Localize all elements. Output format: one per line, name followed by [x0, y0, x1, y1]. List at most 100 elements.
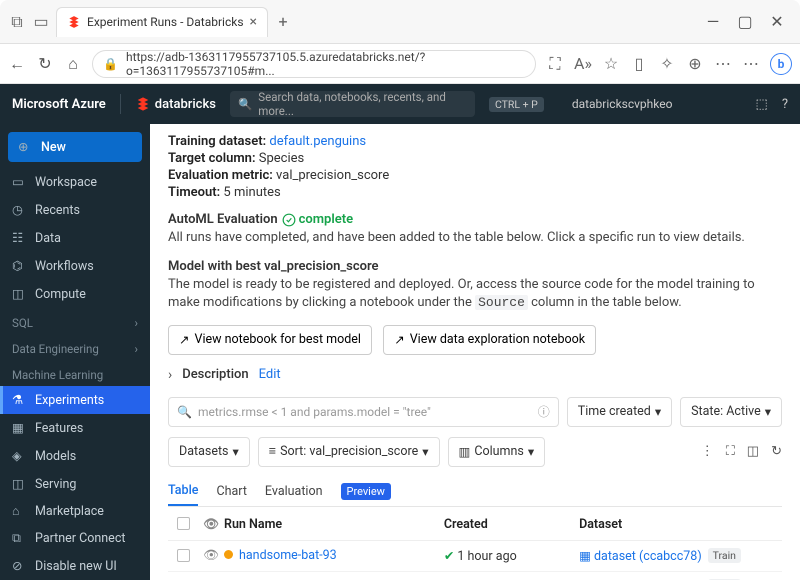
- edit-description-link[interactable]: Edit: [259, 367, 281, 382]
- back-icon[interactable]: ←: [8, 54, 26, 74]
- timeout-label: Timeout:: [168, 185, 220, 200]
- databricks-logo[interactable]: databricks: [135, 96, 216, 112]
- metric-label: Evaluation metric:: [168, 168, 273, 183]
- sidebar-item-recents[interactable]: ◷Recents: [0, 196, 150, 224]
- tab-chart[interactable]: Chart: [216, 478, 246, 505]
- dataset-link[interactable]: ▦ dataset (ccabcc78): [579, 548, 702, 564]
- search-icon: 🔍: [177, 405, 192, 419]
- kebab-icon[interactable]: ⋮: [701, 444, 714, 459]
- sidebar-item-models[interactable]: ◈Models: [0, 442, 150, 470]
- cancel-icon: ⊘: [12, 558, 27, 574]
- read-aloud-icon[interactable]: A»: [574, 54, 592, 73]
- bing-chat-icon[interactable]: b: [770, 53, 792, 75]
- col-created[interactable]: Created: [444, 517, 579, 532]
- sidebar-item-experiments[interactable]: ⚗Experiments: [0, 386, 150, 414]
- performance-icon[interactable]: ⋯: [742, 54, 760, 73]
- run-status-dot: [224, 550, 233, 559]
- sidebar-item-disable-ui[interactable]: ⊘Disable new UI: [0, 552, 150, 580]
- sidebar-item-data[interactable]: ☷Data: [0, 224, 150, 252]
- reading-list-icon[interactable]: ▯: [630, 54, 648, 73]
- view-exploration-notebook-button[interactable]: ↗View data exploration notebook: [383, 325, 596, 355]
- extensions-icon[interactable]: ✧: [658, 54, 676, 73]
- check-circle-icon: [282, 213, 296, 227]
- panel-icon[interactable]: ◫: [747, 444, 759, 459]
- browser-address-bar: ← ↻ ⌂ 🔒 https://adb-1363117955737105.5.a…: [0, 44, 800, 84]
- datasets-filter[interactable]: Datasets ▾: [168, 437, 250, 467]
- status-complete: complete: [282, 212, 353, 227]
- help-icon[interactable]: ?: [782, 97, 788, 112]
- minimize-icon[interactable]: —: [706, 15, 720, 29]
- section-data-eng[interactable]: Data Engineering›: [0, 334, 150, 360]
- collections-icon[interactable]: ⊕: [686, 54, 704, 73]
- sidebar-item-partner[interactable]: ⧉Partner Connect: [0, 525, 150, 552]
- eye-icon[interactable]: 👁: [203, 548, 219, 563]
- shopping-icon[interactable]: ⛶: [546, 54, 564, 74]
- chevron-down-icon: ▾: [528, 444, 534, 460]
- gift-icon[interactable]: ⬚: [756, 97, 768, 112]
- close-icon[interactable]: ×: [250, 14, 257, 30]
- browser-tab[interactable]: Experiment Runs - Databricks ×: [56, 7, 268, 37]
- new-tab-icon[interactable]: +: [274, 13, 292, 31]
- best-model-desc: The model is ready to be registered and …: [168, 276, 782, 312]
- select-all-checkbox[interactable]: [177, 517, 190, 530]
- eye-icon[interactable]: 👁: [203, 517, 219, 532]
- columns-icon: ▥: [459, 444, 471, 460]
- row-checkbox[interactable]: [177, 549, 190, 562]
- chevron-right-icon: ›: [135, 342, 138, 356]
- tab-overview-icon[interactable]: ▭: [32, 13, 50, 31]
- check-circle-icon: ✔: [444, 549, 454, 564]
- state-filter[interactable]: State: Active ▾: [680, 397, 782, 427]
- sidebar-item-features[interactable]: ▦Features: [0, 414, 150, 442]
- chevron-right-icon[interactable]: ›: [168, 367, 172, 383]
- refresh-icon[interactable]: ↻: [771, 444, 782, 459]
- training-dataset-link[interactable]: default.penguins: [269, 134, 366, 149]
- section-sql[interactable]: SQL›: [0, 308, 150, 334]
- automl-heading: AutoML Evaluation complete: [168, 212, 782, 227]
- view-best-notebook-button[interactable]: ↗View notebook for best model: [168, 325, 372, 355]
- search-icon: 🔍: [238, 97, 252, 111]
- url-input[interactable]: 🔒 https://adb-1363117955737105.5.azureda…: [92, 50, 536, 78]
- home-icon[interactable]: ⌂: [64, 54, 82, 74]
- section-ml[interactable]: Machine Learning: [0, 360, 150, 386]
- sidebar-item-serving[interactable]: ◫Serving: [0, 470, 150, 498]
- main-panel: Training dataset: default.penguins Targe…: [150, 124, 800, 580]
- fullscreen-icon[interactable]: ⛶: [726, 444, 735, 459]
- lock-icon: 🔒: [103, 57, 118, 71]
- training-label: Training dataset:: [168, 134, 266, 149]
- automl-desc: All runs have completed, and have been a…: [168, 229, 782, 247]
- divider: [120, 94, 121, 114]
- col-run-name[interactable]: Run Name: [224, 517, 444, 532]
- workflow-icon: ⌬: [12, 258, 27, 274]
- sidebar-item-marketplace[interactable]: ⌂Marketplace: [0, 498, 150, 525]
- favorite-icon[interactable]: ☆: [602, 54, 620, 73]
- sidebar-item-workspace[interactable]: ▭Workspace: [0, 168, 150, 196]
- close-window-icon[interactable]: ✕: [770, 15, 784, 29]
- sort-filter[interactable]: ≡ Sort: val_precision_score ▾: [258, 437, 440, 467]
- url-text: https://adb-1363117955737105.5.azuredata…: [126, 50, 525, 78]
- maximize-icon[interactable]: ▢: [738, 15, 752, 29]
- time-filter[interactable]: Time created ▾: [567, 397, 672, 427]
- chevron-down-icon: ▾: [233, 444, 239, 460]
- run-name-link[interactable]: handsome-bat-93: [239, 548, 337, 563]
- tab-table[interactable]: Table: [168, 477, 198, 506]
- info-icon[interactable]: ⓘ: [538, 403, 550, 420]
- new-button[interactable]: ⊕ New: [8, 132, 142, 162]
- sidebar-item-compute[interactable]: ◫Compute: [0, 280, 150, 308]
- col-dataset[interactable]: Dataset: [579, 517, 782, 532]
- sidebar-item-workflows[interactable]: ⌬Workflows: [0, 252, 150, 280]
- columns-filter[interactable]: ▥ Columns ▾: [448, 437, 546, 467]
- global-search-input[interactable]: 🔍 Search data, notebooks, recents, and m…: [230, 91, 475, 117]
- refresh-icon[interactable]: ↻: [36, 54, 54, 73]
- table-row[interactable]: 👁handsome-bat-93✔ 1 hour ago▦ dataset (c…: [168, 541, 782, 572]
- table-row[interactable]: 👁legendary-shrew-469✔ 1 hour ago▦ datase…: [168, 572, 782, 580]
- workspace-name[interactable]: databrickscvphkeo: [572, 97, 673, 111]
- run-filter-input[interactable]: 🔍 metrics.rmse < 1 and params.model = "t…: [168, 397, 559, 427]
- preview-badge: Preview: [341, 483, 391, 500]
- link-icon: ⧉: [12, 531, 27, 546]
- tab-evaluation[interactable]: Evaluation: [265, 478, 323, 505]
- search-placeholder: Search data, notebooks, recents, and mor…: [258, 90, 467, 118]
- sort-icon: ≡: [269, 444, 276, 459]
- workspaces-icon[interactable]: ⧉: [8, 13, 26, 31]
- browser-settings-icon[interactable]: ⋯: [714, 54, 732, 73]
- clock-icon: ◷: [12, 202, 27, 218]
